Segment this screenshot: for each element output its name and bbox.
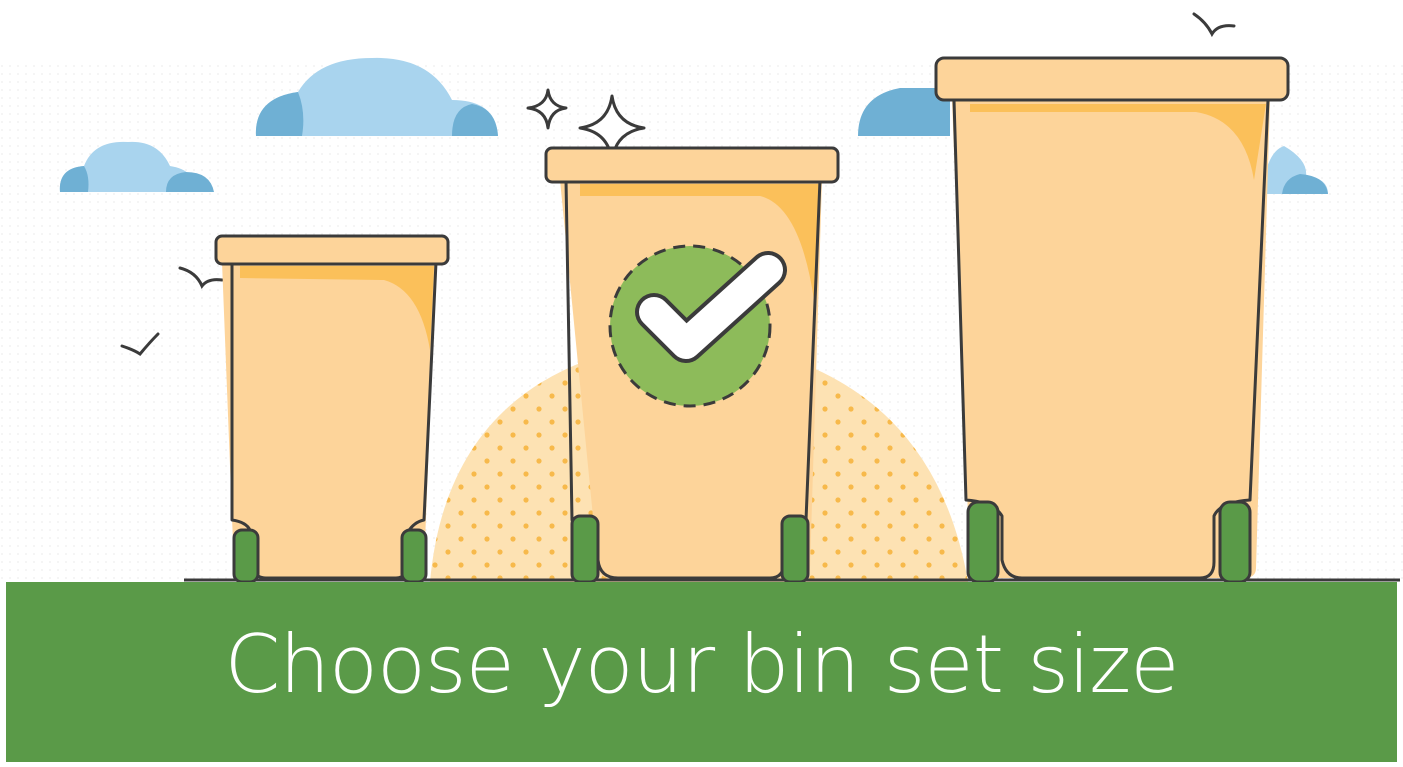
- checkmark-icon: [608, 244, 787, 408]
- page-title: Choose your bin set size: [224, 618, 1179, 711]
- title-banner: Choose your bin set size: [6, 582, 1397, 762]
- bird-icon: [1192, 12, 1236, 38]
- bin-small[interactable]: [214, 234, 450, 584]
- bin-large[interactable]: [934, 56, 1290, 584]
- bin-medium[interactable]: [544, 146, 840, 584]
